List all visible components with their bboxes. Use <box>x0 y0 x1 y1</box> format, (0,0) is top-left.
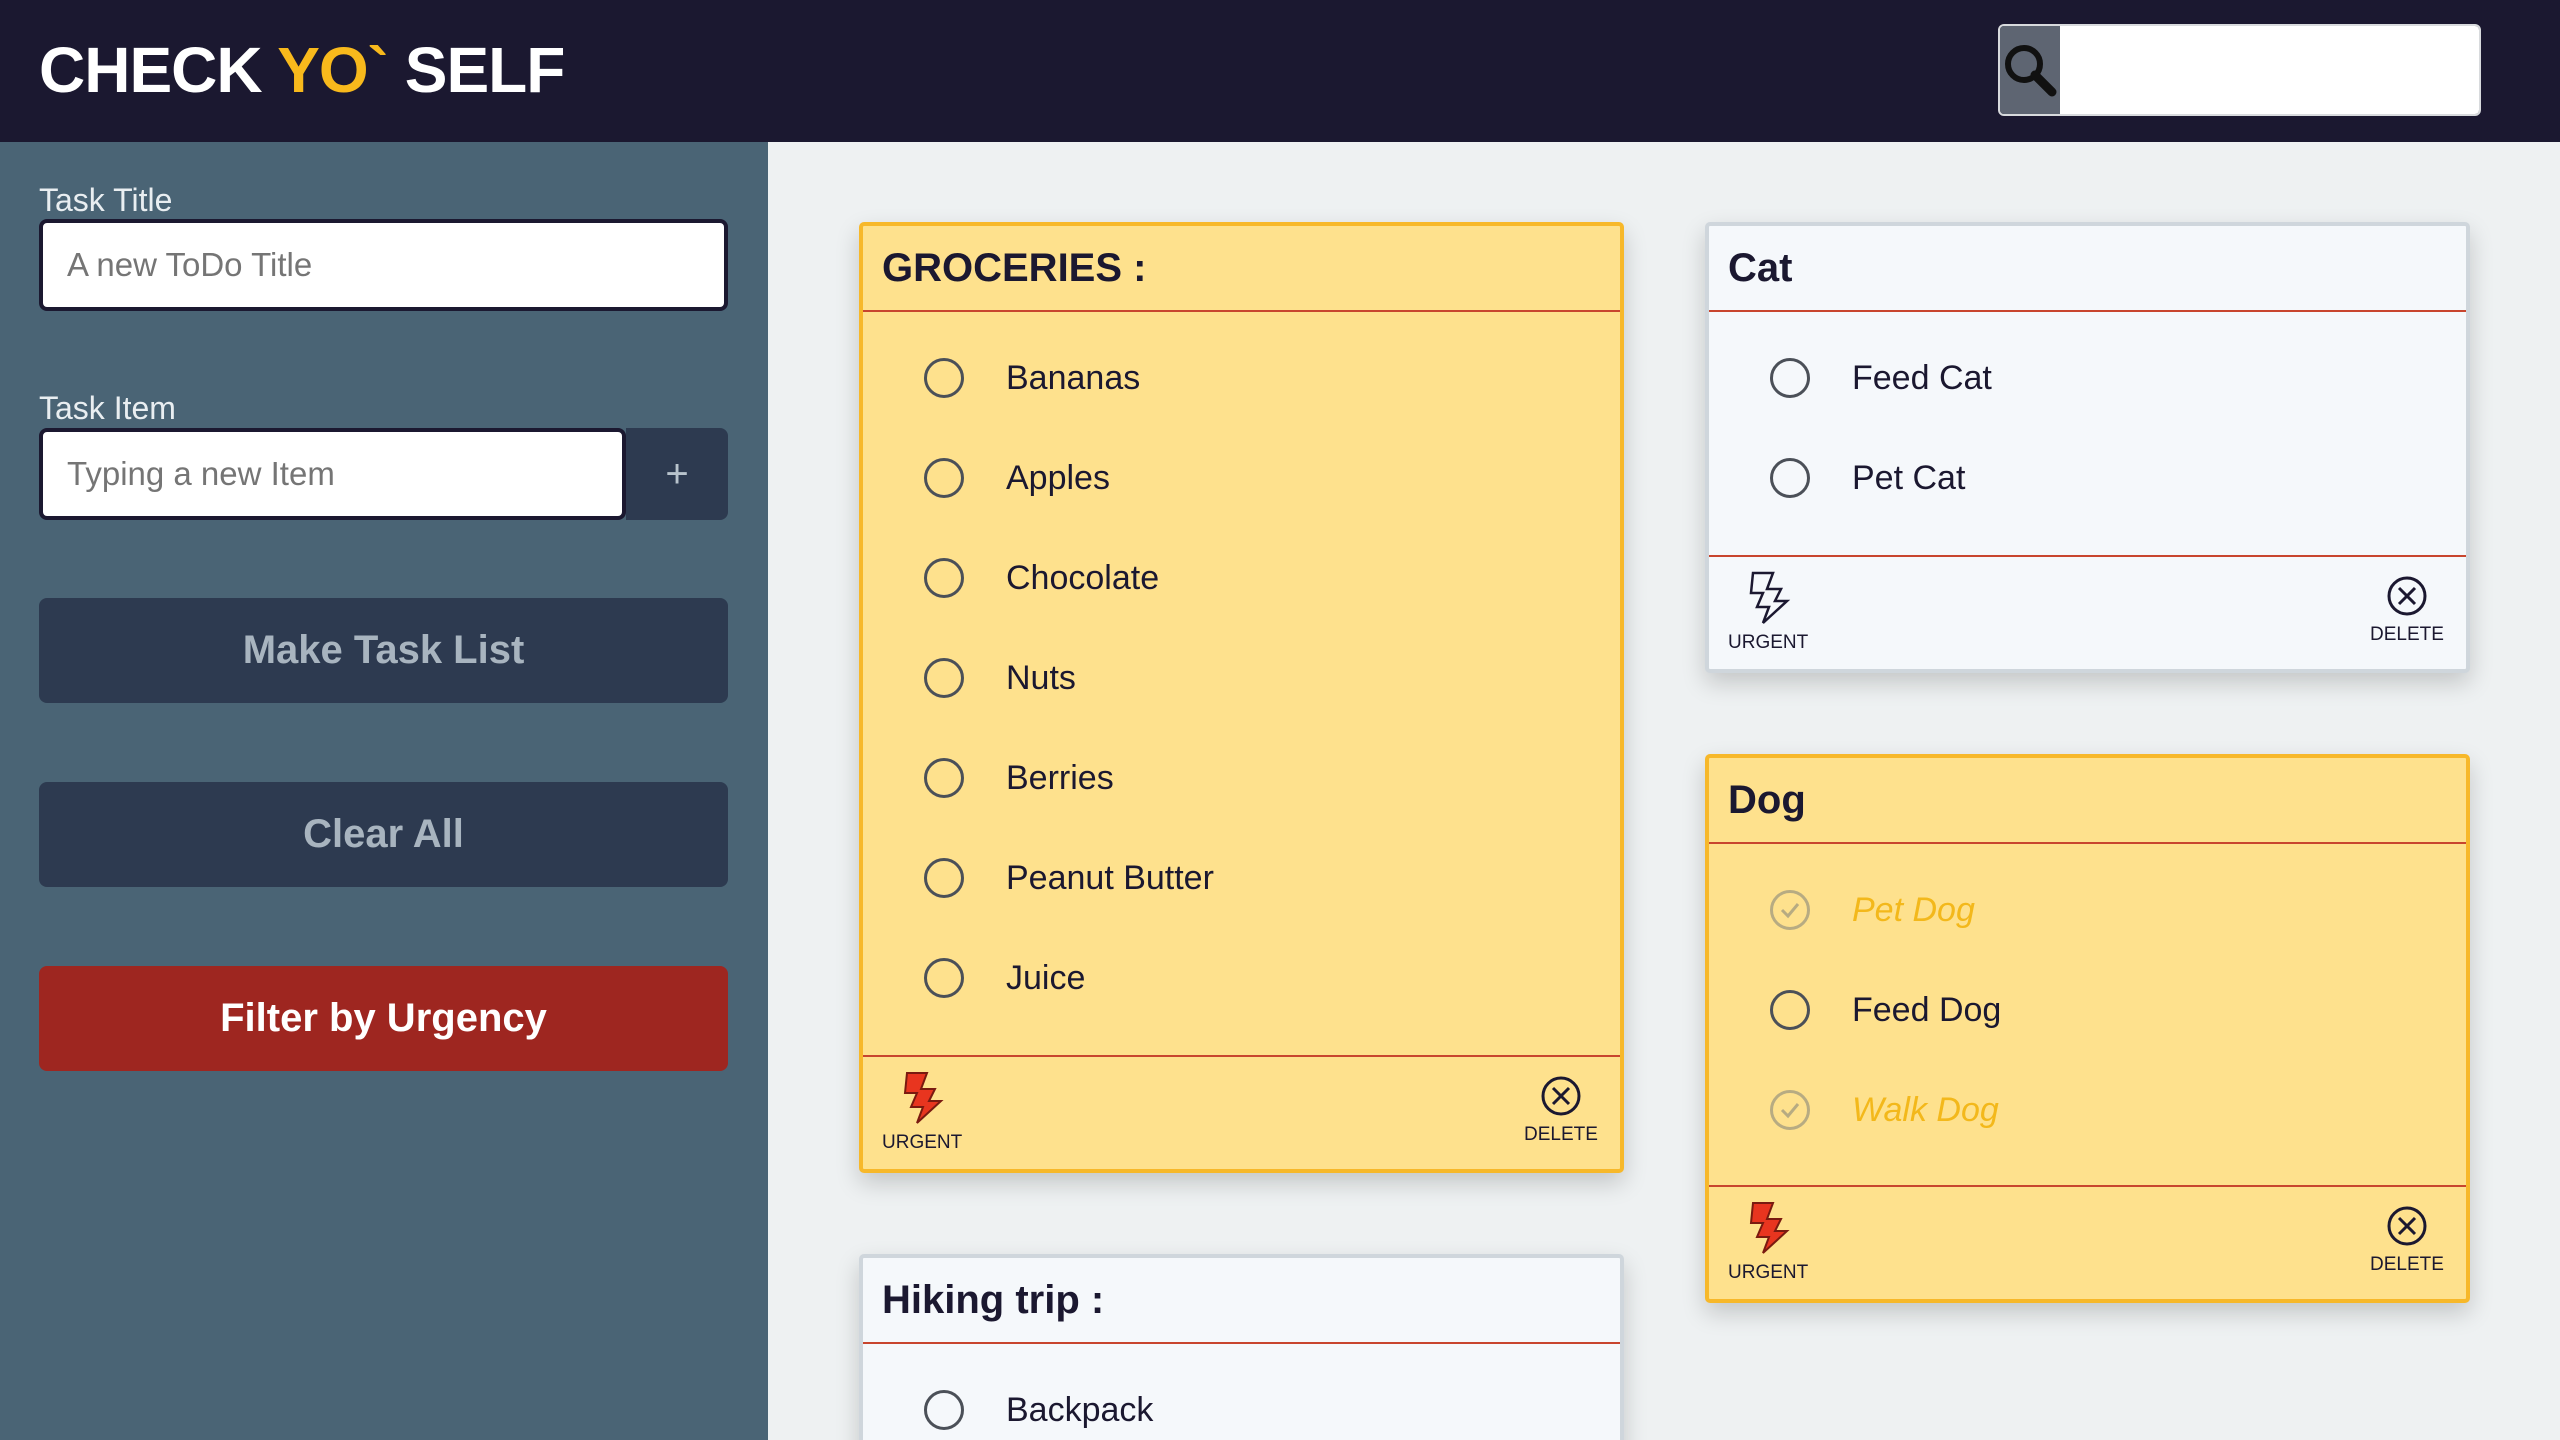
card-title: GROCERIES : <box>863 226 1620 312</box>
checkmark-icon <box>1780 903 1800 919</box>
make-task-list-button[interactable]: Make Task List <box>39 598 728 703</box>
item-checkbox[interactable] <box>1770 990 1810 1030</box>
app-logo: CHECK YO` SELF <box>39 30 566 110</box>
card-footer: URGENT DELETE <box>1709 555 2466 669</box>
urgent-button[interactable]: URGENT <box>1728 571 1808 654</box>
item-text: Feed Dog <box>1852 990 2002 1029</box>
list-item: Walk Dog <box>1709 1060 2466 1160</box>
delete-button[interactable]: DELETE <box>2367 1205 2447 1276</box>
lightning-icon <box>1749 1202 1790 1254</box>
task-title-label: Task Title <box>39 182 173 218</box>
task-item-label: Task Item <box>39 390 176 426</box>
task-item-input[interactable] <box>39 428 626 520</box>
card-title: Hiking trip : <box>863 1258 1620 1344</box>
task-card-hiking-trip: Hiking trip : Backpack <box>859 1254 1624 1440</box>
item-text: Peanut Butter <box>1006 858 1214 897</box>
item-checkbox[interactable] <box>924 858 964 898</box>
item-checkbox[interactable] <box>924 658 964 698</box>
item-checkbox[interactable] <box>924 558 964 598</box>
search-input[interactable] <box>2060 26 2479 114</box>
item-text: Walk Dog <box>1852 1090 1999 1129</box>
item-checkbox[interactable] <box>924 458 964 498</box>
item-checkbox[interactable] <box>924 758 964 798</box>
list-item: Bananas <box>863 328 1620 428</box>
add-item-button[interactable]: + <box>626 428 728 520</box>
lightning-icon <box>903 1072 944 1124</box>
delete-label: DELETE <box>2370 624 2444 645</box>
item-text: Berries <box>1006 758 1114 797</box>
item-text: Apples <box>1006 458 1110 497</box>
urgent-button[interactable]: URGENT <box>1728 1201 1808 1284</box>
item-checkbox[interactable] <box>1770 1090 1810 1130</box>
search-bar <box>1998 24 2481 116</box>
list-item: Peanut Butter <box>863 828 1620 928</box>
list-item: Feed Dog <box>1709 960 2466 1060</box>
search-button[interactable] <box>2000 26 2060 114</box>
list-item: Pet Cat <box>1709 428 2466 528</box>
item-text: Pet Cat <box>1852 458 1966 497</box>
delete-label: DELETE <box>1524 1124 1598 1145</box>
lightning-icon <box>1749 571 1791 624</box>
list-item: Feed Cat <box>1709 328 2466 428</box>
item-text: Bananas <box>1006 358 1141 397</box>
task-card-dog: Dog Pet Dog Feed Dog Walk Dog URGENT DEL… <box>1705 754 2470 1303</box>
delete-label: DELETE <box>2370 1254 2444 1275</box>
delete-button[interactable]: DELETE <box>1521 1075 1601 1146</box>
card-footer: URGENT DELETE <box>1709 1185 2466 1299</box>
card-item-list: Feed Cat Pet Cat <box>1709 312 2466 555</box>
item-checkbox[interactable] <box>1770 458 1810 498</box>
card-item-list: Pet Dog Feed Dog Walk Dog <box>1709 844 2466 1185</box>
item-text: Feed Cat <box>1852 358 1992 397</box>
filter-urgency-button[interactable]: Filter by Urgency <box>39 966 728 1071</box>
item-checkbox[interactable] <box>1770 890 1810 930</box>
card-item-list: Backpack <box>863 1344 1620 1440</box>
task-card-groceries: GROCERIES : Bananas Apples Chocolate Nut… <box>859 222 1624 1173</box>
urgent-label: URGENT <box>1728 1262 1809 1283</box>
urgent-button[interactable]: URGENT <box>882 1071 962 1154</box>
item-text: Nuts <box>1006 658 1076 697</box>
item-text: Chocolate <box>1006 558 1160 597</box>
logo-text-part2: SELF <box>387 34 566 106</box>
sidebar: Task Title Task Item + Make Task List Cl… <box>0 142 768 1440</box>
item-checkbox[interactable] <box>1770 358 1810 398</box>
card-title: Cat <box>1709 226 2466 312</box>
card-item-list: Bananas Apples Chocolate Nuts Berries Pe… <box>863 312 1620 1055</box>
list-item: Backpack <box>863 1360 1620 1440</box>
item-checkbox[interactable] <box>924 358 964 398</box>
close-circle-icon <box>2387 1206 2427 1246</box>
item-text: Pet Dog <box>1852 890 1975 929</box>
list-item: Chocolate <box>863 528 1620 628</box>
item-text: Juice <box>1006 958 1086 997</box>
task-card-cat: Cat Feed Cat Pet Cat URGENT DELETE <box>1705 222 2470 673</box>
list-item: Pet Dog <box>1709 860 2466 960</box>
close-circle-icon <box>2387 576 2427 616</box>
close-circle-icon <box>1541 1076 1581 1116</box>
checkmark-icon <box>1780 1103 1800 1119</box>
task-title-input[interactable] <box>39 219 728 311</box>
urgent-label: URGENT <box>882 1132 963 1153</box>
logo-text-part1: CHECK <box>39 34 278 106</box>
item-checkbox[interactable] <box>924 958 964 998</box>
logo-text-accent: YO` <box>277 34 389 106</box>
card-title: Dog <box>1709 758 2466 844</box>
card-footer: URGENT DELETE <box>863 1055 1620 1169</box>
list-item: Nuts <box>863 628 1620 728</box>
item-checkbox[interactable] <box>924 1390 964 1430</box>
search-icon <box>2005 45 2057 97</box>
app-header: CHECK YO` SELF <box>0 0 2560 142</box>
clear-all-button[interactable]: Clear All <box>39 782 728 887</box>
list-item: Apples <box>863 428 1620 528</box>
delete-button[interactable]: DELETE <box>2367 575 2447 646</box>
item-text: Backpack <box>1006 1390 1154 1429</box>
list-item: Juice <box>863 928 1620 1028</box>
urgent-label: URGENT <box>1728 632 1809 653</box>
list-item: Berries <box>863 728 1620 828</box>
